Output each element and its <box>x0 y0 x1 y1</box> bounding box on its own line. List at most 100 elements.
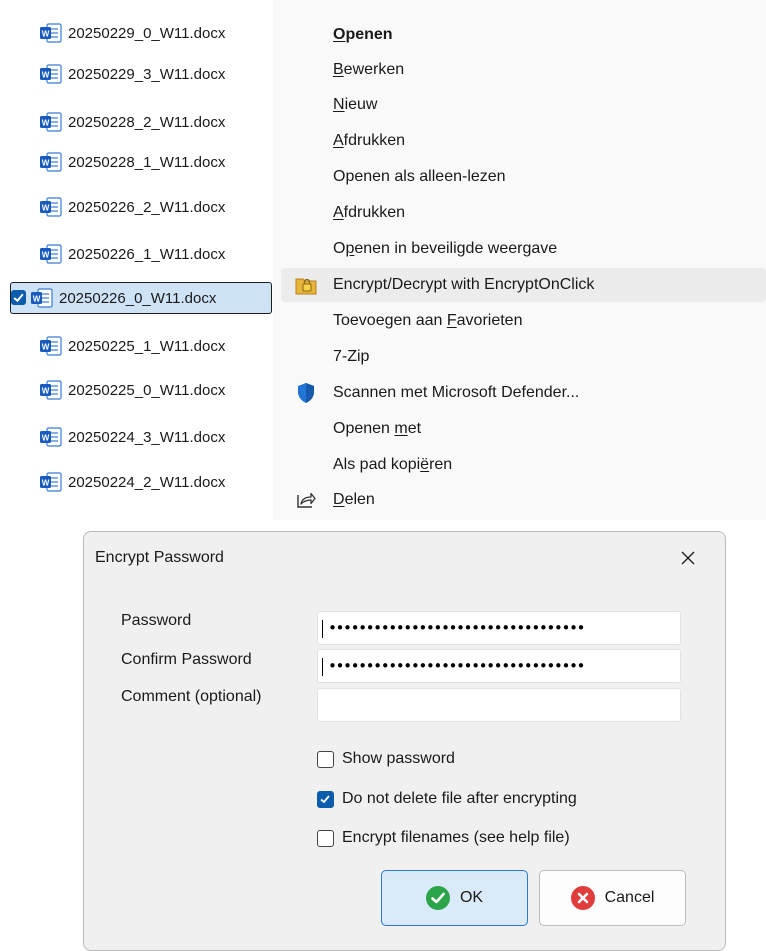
ok-button[interactable]: OK <box>381 870 528 926</box>
menu-icon-slot <box>281 53 333 87</box>
checkbox-box[interactable] <box>317 829 334 847</box>
access-key: A <box>333 204 344 221</box>
access-key: A <box>333 132 344 149</box>
word-doc-icon: W <box>40 64 62 84</box>
file-item[interactable]: W 20250225_0_W11.docx <box>10 374 272 406</box>
label-text: Openen <box>333 420 395 437</box>
word-doc-icon: W <box>40 197 62 217</box>
svg-text:W: W <box>33 295 41 304</box>
menu-item[interactable]: Afdrukken <box>281 196 766 230</box>
word-doc-icon: W <box>40 472 62 492</box>
word-doc-icon: W <box>40 336 62 356</box>
file-name: 20250226_1_W11.docx <box>68 245 226 263</box>
menu-item[interactable]: Openen als alleen-lezen <box>281 160 766 194</box>
cancel-label: Cancel <box>604 889 655 906</box>
show-password-checkbox[interactable]: Show password <box>317 750 455 768</box>
checkbox-box[interactable] <box>317 790 334 808</box>
menu-icon-slot <box>281 196 333 230</box>
file-item[interactable]: W 20250226_2_W11.docx <box>10 191 272 223</box>
file-item[interactable]: W 20250225_1_W11.docx <box>10 330 272 362</box>
selection-checkbox-slot <box>10 106 40 138</box>
label-text: Scannen met Microsoft Defender... <box>333 384 580 401</box>
menu-item-label: Als pad kopiëren <box>333 456 452 474</box>
file-item[interactable]: W 20250224_3_W11.docx <box>10 421 272 453</box>
file-item[interactable]: W 20250224_2_W11.docx <box>10 466 272 498</box>
label-text: penen <box>345 26 393 43</box>
encrypt-filenames-checkbox[interactable]: Encrypt filenames (see help file) <box>317 829 570 847</box>
selection-checkbox-slot[interactable] <box>1 282 31 314</box>
selection-checkbox-slot <box>10 421 40 453</box>
label-text: Toevoegen aan <box>333 312 447 329</box>
file-name: 20250226_2_W11.docx <box>68 198 226 216</box>
svg-text:W: W <box>42 159 50 168</box>
menu-item[interactable]: Bewerken <box>281 53 766 87</box>
menu-icon-slot <box>281 448 333 482</box>
comment-label: Comment (optional) <box>121 688 262 705</box>
menu-item-label: Nieuw <box>333 96 377 114</box>
menu-item[interactable]: Als pad kopiëren <box>281 448 766 482</box>
comment-field[interactable] <box>317 688 681 722</box>
svg-text:W: W <box>42 119 50 128</box>
menu-item[interactable]: Delen <box>281 483 766 517</box>
access-key: N <box>333 96 345 113</box>
file-name: 20250226_0_W11.docx <box>59 289 217 307</box>
label-text: enen in beveiligde weergave <box>354 240 558 257</box>
menu-item[interactable]: Afdrukken <box>281 124 766 158</box>
encryptonclick-lock-icon <box>281 268 333 302</box>
ok-check-icon <box>425 886 450 910</box>
keep-file-checkbox[interactable]: Do not delete file after encrypting <box>317 790 577 808</box>
menu-item[interactable]: 7-Zip <box>281 340 766 374</box>
menu-item-label: Afdrukken <box>333 204 405 222</box>
cancel-button[interactable]: Cancel <box>539 870 686 926</box>
password-field[interactable]: •••••••••••••••••••••••••••••••••• <box>317 611 681 645</box>
file-item[interactable]: W 20250229_0_W11.docx <box>10 17 272 49</box>
menu-item[interactable]: Openen in beveiligde weergave <box>281 232 766 266</box>
selection-check-icon[interactable] <box>11 290 26 305</box>
menu-item-label: Bewerken <box>333 61 404 79</box>
label-text: ren <box>429 456 453 473</box>
close-button[interactable] <box>674 544 702 572</box>
password-label: Password <box>121 612 192 629</box>
selection-checkbox-slot <box>10 146 40 178</box>
word-doc-icon: W <box>31 288 53 308</box>
menu-item[interactable]: Encrypt/Decrypt with EncryptOnClick <box>281 268 766 302</box>
file-name: 20250225_1_W11.docx <box>68 337 226 355</box>
file-name: 20250224_3_W11.docx <box>68 428 226 446</box>
file-item[interactable]: W 20250228_1_W11.docx <box>10 146 272 178</box>
label-text: 7-Zip <box>333 348 370 365</box>
label-text: et <box>407 420 422 437</box>
label-text: Openen als alleen-lezen <box>333 168 506 185</box>
confirm-password-value: •••••••••••••••••••••••••••••••••• <box>328 657 586 675</box>
word-doc-icon: W <box>40 152 62 172</box>
checkmark-icon <box>320 794 330 803</box>
checkbox-label: Do not delete file after encrypting <box>342 790 577 807</box>
selection-checkbox-slot <box>10 17 40 49</box>
word-doc-icon: W <box>40 427 62 447</box>
file-item[interactable]: W 20250228_2_W11.docx <box>10 106 272 138</box>
svg-text:W: W <box>42 71 50 80</box>
menu-item[interactable]: Toevoegen aan Favorieten <box>281 304 766 338</box>
label-text: Als pad kopi <box>333 456 421 473</box>
label-text: ieuw <box>344 96 378 113</box>
access-key: F <box>446 312 457 329</box>
menu-item-label: Openen met <box>333 420 421 438</box>
menu-item-label: Scannen met Microsoft Defender... <box>333 384 579 402</box>
menu-item[interactable]: Openen <box>281 18 766 52</box>
file-item[interactable]: W 20250226_0_W11.docx <box>10 282 272 314</box>
menu-item[interactable]: Openen met <box>281 412 766 446</box>
svg-text:W: W <box>42 251 50 260</box>
checkbox-box[interactable] <box>317 750 334 768</box>
menu-icon-slot <box>281 124 333 158</box>
file-item[interactable]: W 20250226_1_W11.docx <box>10 238 272 270</box>
confirm-password-field[interactable]: •••••••••••••••••••••••••••••••••• <box>317 649 681 683</box>
file-item[interactable]: W 20250229_3_W11.docx <box>10 58 272 90</box>
menu-item[interactable]: Nieuw <box>281 88 766 122</box>
menu-item-label: Toevoegen aan Favorieten <box>333 312 522 330</box>
close-icon <box>681 551 695 565</box>
svg-text:W: W <box>42 434 50 443</box>
file-name: 20250225_0_W11.docx <box>68 381 226 399</box>
menu-item[interactable]: Scannen met Microsoft Defender... <box>281 376 766 410</box>
file-name: 20250228_1_W11.docx <box>68 153 226 171</box>
menu-icon-slot <box>281 412 333 446</box>
label-text: ewerken <box>343 61 405 78</box>
